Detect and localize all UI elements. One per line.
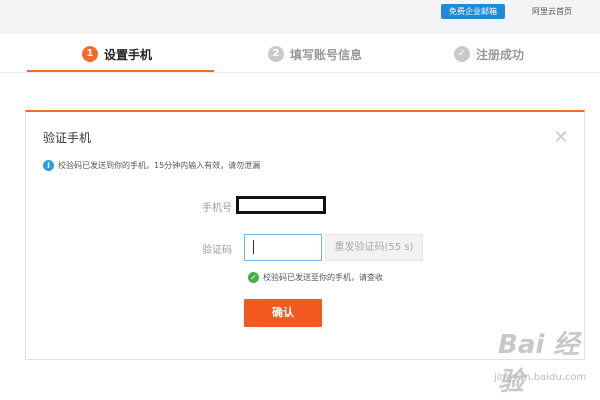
dialog-title: 验证手机 <box>43 131 92 145</box>
code-label: 验证码 <box>202 245 232 256</box>
phone-number-redacted <box>236 196 326 214</box>
success-text: 校验码已发送至你的手机，请查收 <box>263 273 383 282</box>
info-text: 校验码已发送到你的手机，15分钟内输入有效，请勿泄漏 <box>58 161 261 170</box>
step-number-2: 2 <box>268 46 284 62</box>
check-circle-icon: ✓ <box>454 46 470 62</box>
top-bar: 免费企业邮箱 阿里云首页 <box>0 0 600 34</box>
watermark-logo: Bai 经验 <box>498 330 580 397</box>
close-icon[interactable]: ✕ <box>552 129 570 147</box>
free-enterprise-mail-button[interactable]: 免费企业邮箱 <box>441 4 505 19</box>
success-message: ✓ 校验码已发送至你的手机，请查收 <box>248 272 383 283</box>
divider <box>0 72 600 73</box>
step-account-info: 2 填写账号信息 <box>268 44 362 64</box>
step-label: 注册成功 <box>476 47 525 62</box>
step-label: 设置手机 <box>104 47 153 62</box>
check-icon: ✓ <box>248 272 259 283</box>
phone-label: 手机号 <box>202 203 232 214</box>
info-icon: i <box>43 160 54 171</box>
step-register-success: ✓ 注册成功 <box>454 44 524 64</box>
watermark-url: jingyan.baidu.com <box>494 372 587 383</box>
text-caret <box>253 240 254 254</box>
info-message: i 校验码已发送到你的手机，15分钟内输入有效，请勿泄漏 <box>43 160 260 171</box>
resend-code-button[interactable]: 重发验证码(55 s) <box>325 234 423 261</box>
confirm-button[interactable]: 确认 <box>244 299 322 327</box>
step-progress: 1 设置手机 2 填写账号信息 ✓ 注册成功 <box>0 34 600 74</box>
step-number-1: 1 <box>82 46 98 62</box>
watermark: Bai 经验 jingyan.baidu.com <box>478 318 598 398</box>
step-set-phone: 1 设置手机 <box>82 44 152 64</box>
step-label: 填写账号信息 <box>290 47 363 62</box>
verification-code-input[interactable] <box>244 234 322 261</box>
aliyun-home-link[interactable]: 阿里云首页 <box>532 4 572 19</box>
